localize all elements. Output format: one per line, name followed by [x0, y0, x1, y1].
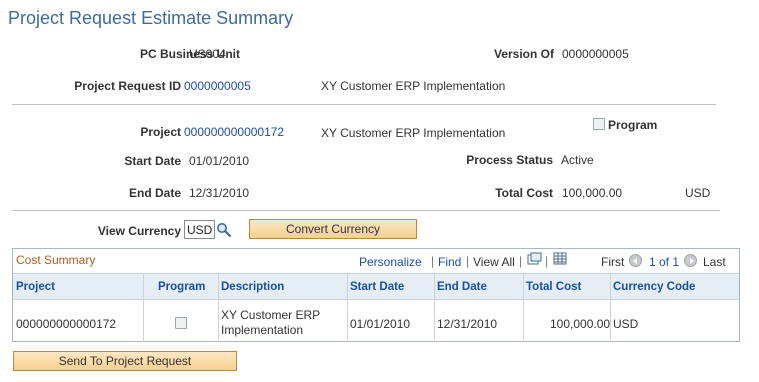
process-status-label: Process Status [466, 153, 553, 167]
program-label: Program [608, 118, 658, 132]
new-window-icon[interactable] [527, 252, 542, 266]
column-header-start-date[interactable]: Start Date [350, 281, 404, 293]
row-end-date: 12/31/2010 [437, 317, 498, 331]
project-request-id-label: Project Request ID [74, 79, 181, 93]
previous-page-icon[interactable] [629, 254, 642, 267]
project-label: Project [140, 125, 181, 139]
find-link[interactable]: Find [438, 255, 461, 269]
send-to-project-request-button[interactable]: Send To Project Request [13, 351, 237, 371]
row-project-link[interactable]: 000000000000172 [16, 317, 116, 331]
end-date-value: 12/31/2010 [189, 186, 250, 200]
first-label[interactable]: First [601, 255, 624, 269]
total-cost-value: 100,000.00 [562, 186, 623, 200]
column-divider [347, 273, 348, 342]
total-cost-label: Total Cost [495, 186, 553, 200]
column-header-total-cost[interactable]: Total Cost [526, 281, 581, 293]
download-grid-icon[interactable] [553, 252, 568, 266]
page-range: 1 of 1 [649, 255, 680, 269]
column-header-currency-code[interactable]: Currency Code [613, 281, 695, 293]
start-date-value: 01/01/2010 [189, 154, 250, 168]
view-currency-label: View Currency [97, 224, 181, 238]
separator: | [545, 254, 549, 268]
row-description-line1: XY Customer ERP [221, 308, 321, 322]
cost-summary-grid: Cost Summary Personalize | Find | View A… [12, 248, 740, 342]
column-header-program[interactable]: Program [158, 281, 205, 293]
lookup-search-icon[interactable] [216, 222, 232, 238]
version-of-label: Version Of [493, 47, 554, 61]
grid-title: Cost Summary [16, 253, 96, 267]
program-checkbox[interactable] [593, 118, 605, 130]
project-request-description: XY Customer ERP Implementation [321, 79, 506, 93]
grid-title-bar: Cost Summary Personalize | Find | View A… [13, 249, 739, 273]
process-status-value: Active [561, 153, 594, 167]
row-description-line2: Implementation [221, 323, 304, 337]
section-divider-2 [12, 210, 720, 211]
project-description: XY Customer ERP Implementation [321, 126, 506, 140]
view-currency-input[interactable] [184, 220, 215, 239]
row-program-checkbox[interactable] [175, 317, 187, 329]
pc-business-unit-value: US004 [189, 47, 226, 61]
column-header-end-date[interactable]: End Date [437, 281, 487, 293]
section-divider [12, 104, 716, 105]
next-page-icon[interactable] [684, 254, 697, 267]
column-divider [610, 273, 611, 342]
view-all-link[interactable]: View All [473, 255, 515, 269]
grid-header-row: Project Program Description Start Date E… [13, 273, 739, 300]
column-divider [143, 273, 144, 342]
column-header-description[interactable]: Description [221, 281, 284, 293]
project-request-id-link[interactable]: 0000000005 [184, 79, 251, 93]
project-link[interactable]: 000000000000172 [184, 125, 284, 139]
version-of-value: 0000000005 [562, 47, 629, 61]
column-header-project[interactable]: Project [16, 281, 55, 293]
separator: | [519, 254, 523, 268]
column-divider [523, 273, 524, 342]
row-start-date: 01/01/2010 [350, 317, 411, 331]
separator: | [466, 254, 470, 268]
end-date-label: End Date [128, 186, 181, 200]
row-currency-code: USD [613, 317, 639, 331]
page-title: Project Request Estimate Summary [8, 8, 294, 28]
row-total-cost: 100,000.00 [550, 317, 611, 331]
total-cost-currency: USD [685, 186, 711, 200]
separator: | [431, 254, 435, 268]
start-date-label: Start Date [124, 154, 181, 168]
last-label[interactable]: Last [703, 255, 726, 269]
column-divider [434, 273, 435, 342]
personalize-link[interactable]: Personalize [359, 255, 422, 269]
convert-currency-button[interactable]: Convert Currency [249, 219, 417, 239]
column-divider [218, 273, 219, 342]
